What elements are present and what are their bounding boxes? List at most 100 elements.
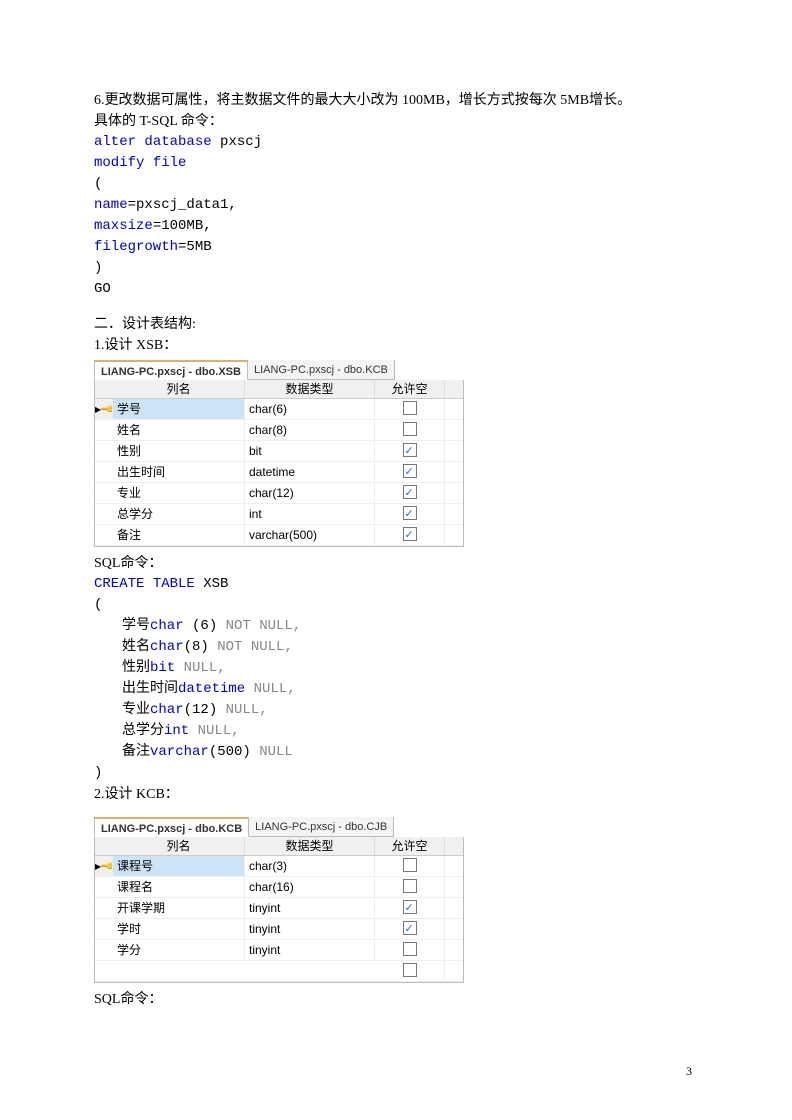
paren-close-2: ): [94, 763, 698, 784]
checkbox[interactable]: [403, 900, 417, 914]
table-row[interactable]: 学分tinyint: [95, 940, 463, 961]
col-type-cell[interactable]: char(3): [245, 856, 375, 876]
col-type-cell[interactable]: varchar(500): [245, 525, 375, 545]
kw-table: TABLE: [144, 576, 194, 592]
tbl-xsb: XSB: [195, 576, 229, 592]
checkbox[interactable]: [403, 443, 417, 457]
sql-col-line: 备注varchar(500) NULL: [94, 742, 698, 763]
table-row[interactable]: 🔑课程号char(3): [95, 856, 463, 877]
kw-alter: alter: [94, 134, 136, 150]
table-row[interactable]: 🔑学号char(6): [95, 399, 463, 420]
maxsize-val: =100MB,: [153, 218, 212, 234]
checkbox[interactable]: [403, 527, 417, 541]
table-row[interactable]: 备注varchar(500): [95, 525, 463, 546]
table-row[interactable]: 课程名char(16): [95, 877, 463, 898]
hdr-col-2: 列名: [113, 837, 245, 855]
col-type-cell[interactable]: int: [245, 504, 375, 524]
table-row[interactable]: 性别bit: [95, 441, 463, 462]
kw-filegrowth: filegrowth: [94, 239, 178, 255]
col-null-cell[interactable]: [375, 940, 445, 960]
col-name-cell[interactable]: 学分: [113, 940, 245, 960]
col-null-cell[interactable]: [375, 483, 445, 503]
sql-col-line: 姓名char(8) NOT NULL,: [94, 637, 698, 658]
col-null-cell[interactable]: [375, 420, 445, 440]
col-null-cell[interactable]: [375, 399, 445, 419]
section-2: 二．设计表结构:: [94, 314, 698, 335]
xsb-sql: CREATE TABLE XSB ( 学号char (6) NOT NULL,姓…: [94, 574, 698, 784]
hdr-type-2: 数据类型: [245, 837, 375, 855]
hdr-null: 允许空: [375, 380, 445, 398]
table-row[interactable]: 姓名char(8): [95, 420, 463, 441]
table-row[interactable]: 专业char(12): [95, 483, 463, 504]
col-name-cell[interactable]: 姓名: [113, 420, 245, 440]
page-number: 3: [686, 1062, 692, 1080]
col-name-cell[interactable]: 学号: [113, 399, 245, 419]
hdr-type: 数据类型: [245, 380, 375, 398]
table-row[interactable]: 出生时间datetime: [95, 462, 463, 483]
col-null-cell[interactable]: [375, 441, 445, 461]
sqlcmd-label-2: SQL命令：: [94, 989, 698, 1010]
col-name-cell[interactable]: 课程号: [113, 856, 245, 876]
col-null-cell[interactable]: [375, 919, 445, 939]
checkbox[interactable]: [403, 942, 417, 956]
xsb-label: 1.设计 XSB：: [94, 335, 698, 356]
col-null-cell[interactable]: [375, 462, 445, 482]
filegrowth-val: =5MB: [178, 239, 212, 255]
checkbox[interactable]: [403, 921, 417, 935]
grid-header: 列名 数据类型 允许空: [95, 380, 463, 399]
key-icon: 🔑: [97, 399, 113, 420]
tab-kcb-inactive[interactable]: LIANG-PC.pxscj - dbo.KCB: [248, 360, 395, 380]
table-row[interactable]: 开课学期tinyint: [95, 898, 463, 919]
col-null-cell[interactable]: [375, 898, 445, 918]
checkbox[interactable]: [403, 401, 417, 415]
checkbox[interactable]: [403, 485, 417, 499]
col-type-cell[interactable]: tinyint: [245, 940, 375, 960]
col-name-cell[interactable]: 性别: [113, 441, 245, 461]
col-name-cell[interactable]: 课程名: [113, 877, 245, 897]
checkbox[interactable]: [403, 858, 417, 872]
sql-col-line: 专业char(12) NULL,: [94, 700, 698, 721]
col-null-cell[interactable]: [375, 856, 445, 876]
table-row-empty[interactable]: [95, 961, 463, 982]
checkbox[interactable]: [403, 506, 417, 520]
col-type-cell[interactable]: char(12): [245, 483, 375, 503]
sql-block-1: alter database pxscj modify file ( name=…: [94, 132, 698, 300]
col-null-cell[interactable]: [375, 504, 445, 524]
dbname: pxscj: [212, 134, 262, 150]
tab-kcb[interactable]: LIANG-PC.pxscj - dbo.KCB: [94, 817, 249, 837]
col-name-cell[interactable]: 出生时间: [113, 462, 245, 482]
col-type-cell[interactable]: bit: [245, 441, 375, 461]
go: GO: [94, 279, 698, 300]
col-null-cell[interactable]: [375, 525, 445, 545]
tab-cjb-inactive[interactable]: LIANG-PC.pxscj - dbo.CJB: [249, 817, 394, 837]
col-type-cell[interactable]: char(16): [245, 877, 375, 897]
col-type-cell[interactable]: datetime: [245, 462, 375, 482]
col-null-cell[interactable]: [375, 877, 445, 897]
col-name-cell[interactable]: 学时: [113, 919, 245, 939]
sql-col-line: 出生时间datetime NULL,: [94, 679, 698, 700]
col-name-cell[interactable]: 开课学期: [113, 898, 245, 918]
col-type-cell[interactable]: char(6): [245, 399, 375, 419]
col-name-cell[interactable]: 专业: [113, 483, 245, 503]
intro-text: 6.更改数据可属性，将主数据文件的最大大小改为 100MB，增长方式按每次 5M…: [94, 90, 698, 111]
name-val: =pxscj_data1,: [128, 197, 237, 213]
checkbox[interactable]: [403, 879, 417, 893]
grid-header-2: 列名 数据类型 允许空: [95, 837, 463, 856]
kcb-label: 2.设计 KCB：: [94, 784, 698, 805]
checkbox[interactable]: [403, 464, 417, 478]
kw-modify-file: modify file: [94, 155, 186, 171]
checkbox[interactable]: [403, 963, 417, 977]
kw-maxsize: maxsize: [94, 218, 153, 234]
col-name-cell[interactable]: 总学分: [113, 504, 245, 524]
col-type-cell[interactable]: tinyint: [245, 919, 375, 939]
paren-close: ): [94, 258, 698, 279]
col-type-cell[interactable]: tinyint: [245, 898, 375, 918]
table-row[interactable]: 学时tinyint: [95, 919, 463, 940]
col-type-cell[interactable]: char(8): [245, 420, 375, 440]
checkbox[interactable]: [403, 422, 417, 436]
col-name-cell[interactable]: 备注: [113, 525, 245, 545]
table-row[interactable]: 总学分int: [95, 504, 463, 525]
hdr-col: 列名: [113, 380, 245, 398]
tab-xsb[interactable]: LIANG-PC.pxscj - dbo.XSB: [94, 360, 248, 380]
hdr-null-2: 允许空: [375, 837, 445, 855]
